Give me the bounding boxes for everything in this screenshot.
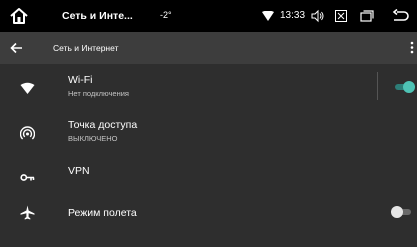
settings-item-title: VPN <box>68 165 90 177</box>
wifi-toggle[interactable] <box>393 81 415 93</box>
home-icon[interactable] <box>9 6 29 26</box>
divider <box>377 72 378 100</box>
settings-item-airplane[interactable]: Режим полета <box>0 191 417 236</box>
settings-item-subtitle: ВЫКЛЮЧЕНО <box>68 134 118 143</box>
recent-apps-icon[interactable] <box>360 9 374 23</box>
settings-item-title: Wi-Fi <box>68 74 93 86</box>
status-bar: Сеть и Инте... -2° 13:33 <box>0 0 417 32</box>
volume-icon[interactable] <box>311 9 325 23</box>
more-vert-icon[interactable] <box>410 41 414 54</box>
airplane-icon <box>20 205 35 220</box>
settings-item-title: Режим полета <box>68 207 137 219</box>
settings-item-wifi[interactable]: Wi-Fi Нет подключения <box>0 66 417 111</box>
settings-item-title: Точка доступа <box>68 119 138 131</box>
app-bar: Сеть и Интернет <box>0 32 417 64</box>
airplane-toggle[interactable] <box>391 206 413 218</box>
key-icon <box>20 174 35 181</box>
arrow-left-icon[interactable] <box>10 42 23 54</box>
wifi-signal-icon <box>262 11 274 21</box>
clock-text: 13:33 <box>280 10 306 21</box>
page-title: Сеть и Интернет <box>53 43 119 53</box>
back-icon[interactable] <box>392 9 410 23</box>
hotspot-icon <box>20 126 35 140</box>
temperature-text: -2° <box>160 10 172 20</box>
settings-item-hotspot[interactable]: Точка доступа ВЫКЛЮЧЕНО <box>0 111 417 156</box>
settings-item-subtitle: Нет подключения <box>68 89 129 98</box>
close-box-icon[interactable] <box>335 10 347 22</box>
wifi-icon <box>20 82 35 94</box>
status-bar-title: Сеть и Инте... <box>62 10 133 22</box>
